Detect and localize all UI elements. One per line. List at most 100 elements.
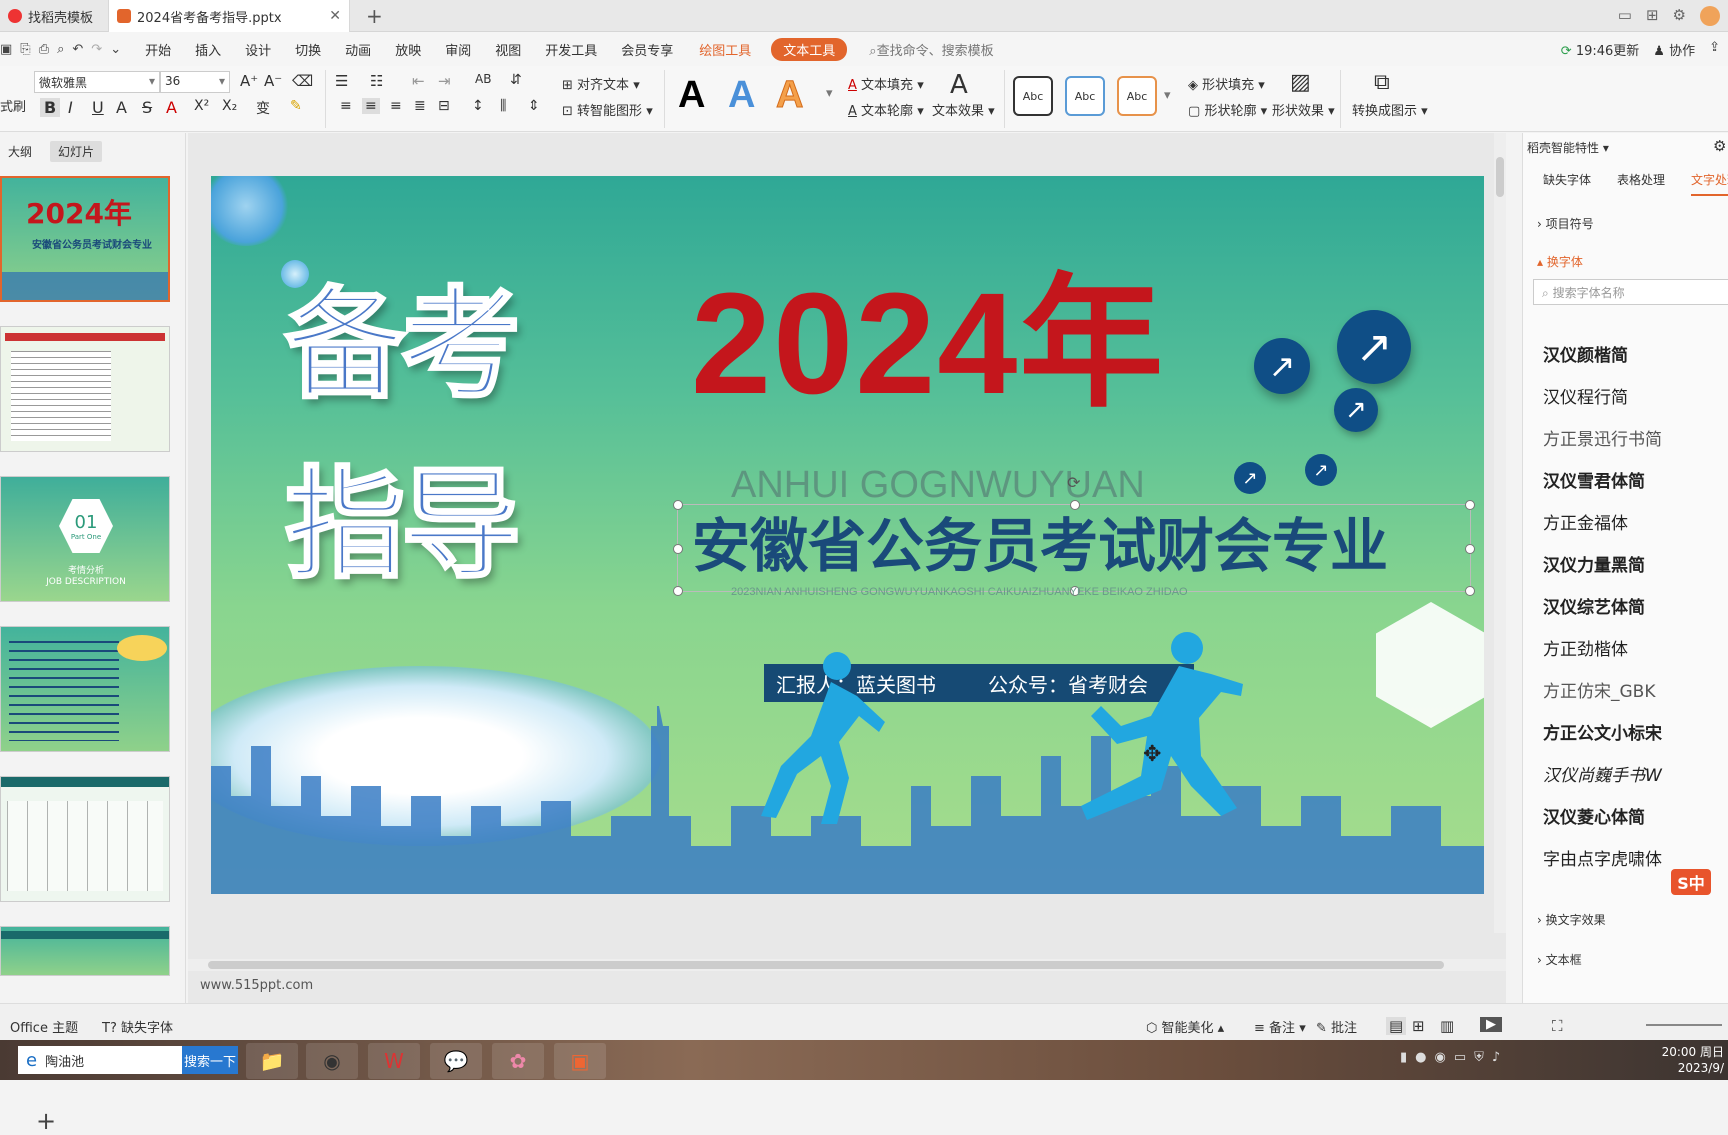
comments-button[interactable]: ✎ 批注	[1316, 1017, 1357, 1036]
panel-header[interactable]: 稻壳智能特性 ▾	[1527, 139, 1609, 156]
menu-start[interactable]: 开始	[145, 40, 171, 59]
font-option[interactable]: 汉仪程行简	[1543, 383, 1628, 408]
highlight-icon[interactable]: ✎	[290, 98, 302, 114]
increase-indent-icon[interactable]: ⇥	[438, 72, 451, 90]
align-right-icon[interactable]: ≡	[390, 98, 402, 114]
notes-button[interactable]: ≡ 备注 ▾	[1254, 1017, 1306, 1036]
print-icon[interactable]: ⎙	[39, 42, 49, 57]
add-slide-button[interactable]: +	[36, 1107, 56, 1135]
font-option[interactable]: 汉仪颜楷简	[1543, 341, 1628, 366]
settings-icon[interactable]: ⚙	[1673, 6, 1686, 26]
resize-handle[interactable]	[673, 586, 683, 596]
shape-effect-icon[interactable]: ▨	[1290, 70, 1311, 95]
shrink-font-icon[interactable]: A⁻	[264, 72, 282, 90]
grow-font-icon[interactable]: A⁺	[240, 72, 258, 90]
shape-outline-button[interactable]: ▢ 形状轮廓 ▾	[1188, 100, 1267, 119]
text-effect-icon[interactable]: A	[950, 70, 968, 100]
horizontal-scrollbar-thumb[interactable]	[208, 961, 1444, 969]
underline-icon[interactable]: U	[92, 98, 104, 117]
more-icon[interactable]: ⌄	[110, 42, 121, 57]
distribute-icon[interactable]: ⊟	[438, 98, 450, 114]
menu-text-tools[interactable]: 文本工具	[771, 37, 848, 61]
tab-templates[interactable]: 找稻壳模板	[0, 0, 108, 32]
record-icon[interactable]: ◉	[1435, 1050, 1446, 1065]
resize-handle[interactable]	[673, 544, 683, 554]
shape-styles-more-icon[interactable]: ▾	[1164, 88, 1171, 103]
text-effect-button[interactable]: 文本效果 ▾	[932, 100, 995, 119]
play-icon[interactable]: ▶	[1480, 1017, 1502, 1032]
font-option[interactable]: 字由点字虎啸体	[1543, 845, 1662, 870]
decrease-indent-icon[interactable]: ⇤	[412, 72, 425, 90]
fit-screen-icon[interactable]: ⛶	[1552, 1017, 1563, 1035]
vertical-scrollbar[interactable]	[1494, 133, 1506, 933]
shape-fill-button[interactable]: ◈ 形状填充 ▾	[1188, 74, 1265, 93]
title-line-1[interactable]: 备考	[284, 284, 523, 407]
font-option[interactable]: 方正劲楷体	[1543, 635, 1628, 660]
font-name-select[interactable]: 微软雅黑 ▾	[34, 71, 160, 93]
slide-thumbnail-1[interactable]: 2024年 安徽省公务员考试财会专业	[0, 176, 170, 302]
resize-handle[interactable]	[1465, 500, 1475, 510]
avatar[interactable]	[1700, 6, 1720, 26]
undo-icon[interactable]: ↶	[72, 42, 83, 57]
textbox-section[interactable]: › 文本框	[1537, 951, 1582, 968]
tab-missing-fonts[interactable]: 缺失字体	[1543, 171, 1591, 188]
vertical-scrollbar-thumb[interactable]	[1496, 157, 1504, 197]
smart-shape-button[interactable]: ⊡ 转智能图形 ▾	[562, 100, 653, 119]
text-style-blue[interactable]: A	[728, 74, 755, 117]
bullets-section[interactable]: › 项目符号	[1537, 215, 1594, 232]
normal-view-icon[interactable]: ▤	[1386, 1017, 1407, 1035]
file-explorer-icon[interactable]: 📁	[246, 1043, 298, 1079]
redo-icon[interactable]: ↷	[91, 42, 102, 57]
change-font-section[interactable]: ▴ 换字体	[1537, 253, 1583, 270]
resize-handle[interactable]	[673, 500, 683, 510]
collab-button[interactable]: ♟ 协作	[1653, 40, 1695, 59]
bold-icon[interactable]: B	[40, 98, 61, 117]
align-center-icon[interactable]: ≡	[362, 98, 380, 114]
justify-icon[interactable]: ≣	[414, 98, 426, 114]
text-style-orange[interactable]: A	[775, 74, 803, 117]
convert-diagram-icon[interactable]: ⧉	[1374, 70, 1390, 95]
preview-icon[interactable]: ⌕	[57, 42, 64, 57]
tab-table-processing[interactable]: 表格处理	[1617, 171, 1665, 188]
tab-slides[interactable]: 幻灯片	[50, 141, 103, 162]
font-option[interactable]: 方正景迅行书简	[1543, 425, 1662, 450]
tab-text-processing[interactable]: 文字处理	[1691, 171, 1728, 196]
italic-icon[interactable]: I	[68, 98, 73, 117]
resize-handle[interactable]	[1465, 586, 1475, 596]
layout-icon[interactable]: ▭	[1618, 6, 1632, 26]
text-direction-icon[interactable]: AB	[475, 72, 491, 86]
superscript-icon[interactable]: X²	[194, 98, 209, 114]
pinyin-heading[interactable]: ANHUI GOGNWUYUAN	[731, 464, 1145, 507]
share-icon[interactable]: ⇪	[1709, 40, 1720, 59]
format-painter-button[interactable]: 式刷	[0, 96, 26, 115]
font-option[interactable]: 方正金福体	[1543, 509, 1628, 534]
grid-icon[interactable]: ⊞	[1646, 6, 1659, 26]
menu-developer[interactable]: 开发工具	[545, 40, 597, 59]
columns-icon[interactable]: ⫼	[500, 98, 506, 114]
theme-label[interactable]: Office 主题	[10, 1017, 78, 1036]
font-color-icon[interactable]: A	[166, 98, 177, 117]
slide-thumbnail-4[interactable]	[0, 626, 170, 752]
shape-effect-button[interactable]: 形状效果 ▾	[1272, 100, 1335, 119]
tab-outline[interactable]: 大纲	[0, 141, 40, 162]
shadow-icon[interactable]: A	[116, 98, 127, 117]
taskbar-search-button[interactable]: 搜索一下	[182, 1046, 238, 1074]
panel-settings-icon[interactable]: ⚙	[1713, 137, 1726, 155]
font-option[interactable]: 汉仪雪君体简	[1543, 467, 1645, 492]
font-search-input[interactable]: ⌕ 搜索字体名称	[1533, 279, 1728, 305]
horizontal-scrollbar[interactable]	[188, 959, 1506, 971]
font-option[interactable]: 汉仪菱心体简	[1543, 803, 1645, 828]
convert-diagram-button[interactable]: 转换成图示 ▾	[1352, 100, 1428, 119]
font-option[interactable]: 方正公文小标宋	[1543, 719, 1662, 744]
app-icon[interactable]: ✿	[492, 1043, 544, 1079]
align-text-button[interactable]: ⊞ 对齐文本 ▾	[562, 74, 640, 93]
save-icon[interactable]: ▣	[0, 42, 12, 57]
beautify-button[interactable]: ⬡ 智能美化 ▴	[1146, 1017, 1224, 1036]
taskbar-search-input[interactable]: e 陶油池	[18, 1046, 182, 1074]
menu-member[interactable]: 会员专享	[621, 40, 673, 59]
update-status[interactable]: ⟳ 19:46更新	[1561, 40, 1640, 59]
year-title[interactable]: 2024年	[691, 272, 1165, 416]
slide-thumbnail-5[interactable]	[0, 776, 170, 902]
slide-thumbnail-2[interactable]	[0, 326, 170, 452]
text-fill-button[interactable]: A 文本填充 ▾	[848, 74, 924, 93]
